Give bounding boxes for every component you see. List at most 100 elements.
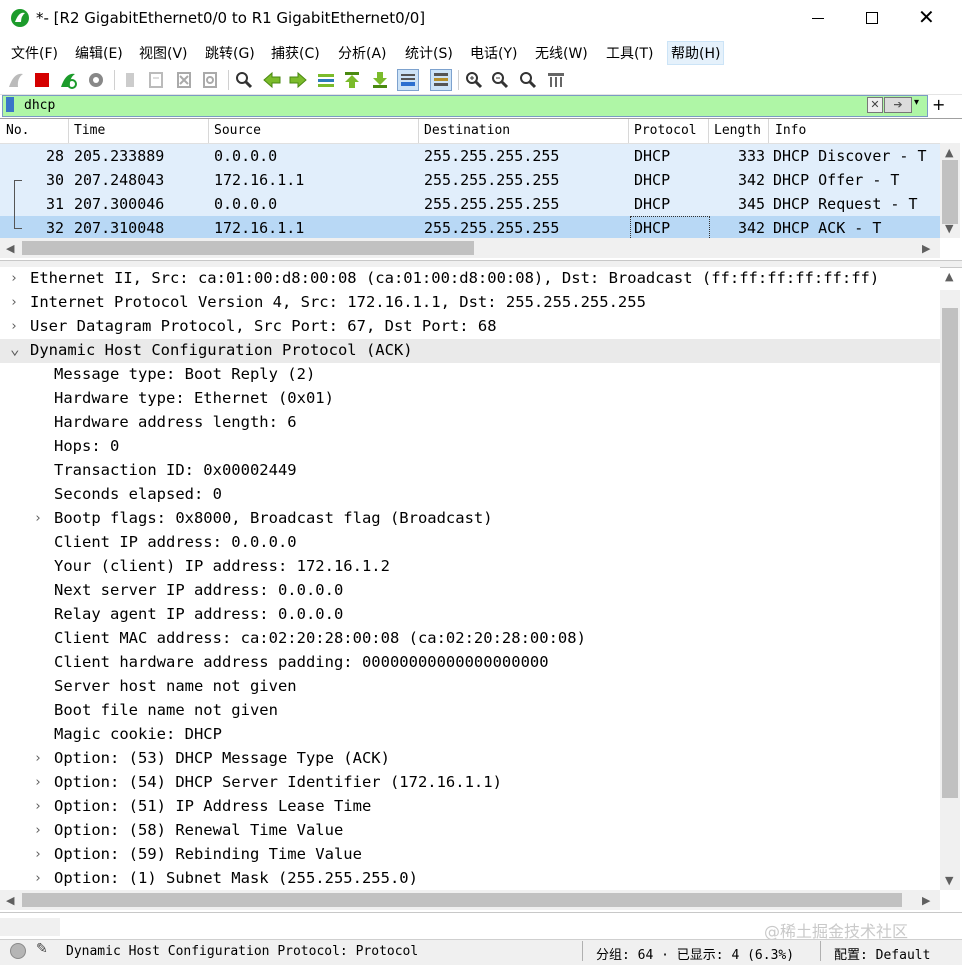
- expand-arrow-icon[interactable]: ›: [10, 271, 18, 286]
- clear-filter-icon[interactable]: ✕: [867, 97, 883, 113]
- detail-tree-item[interactable]: › Option: (59) Rebinding Time Value: [0, 843, 940, 867]
- column-info[interactable]: Info: [775, 123, 806, 138]
- expert-info-icon[interactable]: [10, 943, 26, 959]
- detail-tree-item[interactable]: Transaction ID: 0x00002449: [0, 459, 940, 483]
- maximize-button[interactable]: [866, 12, 878, 24]
- add-filter-button-icon[interactable]: +: [932, 95, 945, 114]
- detail-tree-item[interactable]: › Option: (1) Subnet Mask (255.255.255.0): [0, 867, 940, 891]
- detail-tree-item[interactable]: Client hardware address padding: 0000000…: [0, 651, 940, 675]
- scroll-down-icon[interactable]: ▼: [945, 222, 953, 235]
- find-packet-icon[interactable]: [234, 70, 254, 90]
- details-scroll-up-icon[interactable]: ▲: [945, 270, 953, 283]
- menu-item[interactable]: 跳转(G): [202, 42, 258, 64]
- save-file-icon[interactable]: [146, 70, 166, 90]
- detail-tree-item[interactable]: Client MAC address: ca:02:20:28:00:08 (c…: [0, 627, 940, 651]
- colorize-icon[interactable]: [430, 69, 452, 91]
- bookmark-icon[interactable]: [6, 97, 14, 112]
- menu-item[interactable]: 编辑(E): [72, 42, 126, 64]
- menu-item[interactable]: 电话(Y): [467, 42, 520, 64]
- detail-tree-item[interactable]: › Internet Protocol Version 4, Src: 172.1…: [0, 291, 940, 315]
- column-no[interactable]: No.: [6, 123, 29, 138]
- menu-item[interactable]: 帮助(H): [667, 41, 725, 65]
- detail-tree-item[interactable]: › Option: (51) IP Address Lease Time: [0, 795, 940, 819]
- detail-tree-item[interactable]: › Ethernet II, Src: ca:01:00:d8:00:08 (ca…: [0, 267, 940, 291]
- packet-row[interactable]: 31 207.300046 0.0.0.0 255.255.255.255 DHCP 34…: [0, 192, 940, 216]
- menu-item[interactable]: 捕获(C): [268, 42, 323, 64]
- zoom-out-icon[interactable]: [490, 70, 510, 90]
- close-button[interactable]: ✕: [918, 5, 935, 29]
- details-hscroll-thumb[interactable]: [22, 893, 902, 907]
- expand-arrow-icon[interactable]: ›: [34, 847, 42, 862]
- scroll-right-icon[interactable]: ▶: [922, 242, 930, 255]
- column-time[interactable]: Time: [74, 123, 105, 138]
- packet-row[interactable]: 32 207.310048 172.16.1.1 255.255.255.255 DHC…: [0, 216, 940, 240]
- detail-tree-item[interactable]: Your (client) IP address: 172.16.1.2: [0, 555, 940, 579]
- filter-history-dropdown-icon[interactable]: ▾: [914, 97, 919, 108]
- reload-file-icon[interactable]: [200, 70, 220, 90]
- expand-arrow-icon[interactable]: ›: [34, 751, 42, 766]
- detail-tree-item[interactable]: Boot file name not given: [0, 699, 940, 723]
- packet-row[interactable]: 28 205.233889 0.0.0.0 255.255.255.255 DHCP 33…: [0, 144, 940, 168]
- detail-tree-item[interactable]: Magic cookie: DHCP: [0, 723, 940, 747]
- details-scroll-down-icon[interactable]: ▼: [945, 874, 953, 887]
- details-scroll-right-icon[interactable]: ▶: [922, 894, 930, 907]
- menu-item[interactable]: 统计(S): [402, 42, 456, 64]
- detail-tree-item[interactable]: Hardware type: Ethernet (0x01): [0, 387, 940, 411]
- expand-arrow-icon[interactable]: ›: [10, 295, 18, 310]
- column-protocol[interactable]: Protocol: [634, 123, 697, 138]
- detail-tree-item[interactable]: › Option: (54) DHCP Server Identifier (17…: [0, 771, 940, 795]
- zoom-in-icon[interactable]: [464, 70, 484, 90]
- expand-arrow-icon[interactable]: ›: [10, 319, 18, 334]
- expand-arrow-icon[interactable]: ›: [34, 823, 42, 838]
- apply-filter-icon[interactable]: ➔: [884, 97, 912, 113]
- edit-comment-icon[interactable]: ✎: [36, 941, 48, 957]
- go-first-icon[interactable]: [342, 70, 362, 90]
- go-back-icon[interactable]: [262, 70, 282, 90]
- detail-tree-item[interactable]: Client IP address: 0.0.0.0: [0, 531, 940, 555]
- detail-tree-item[interactable]: Hardware address length: 6: [0, 411, 940, 435]
- column-length[interactable]: Length: [714, 123, 761, 138]
- expand-arrow-icon[interactable]: ›: [34, 871, 42, 886]
- detail-tree-item[interactable]: Message type: Boot Reply (2): [0, 363, 940, 387]
- detail-tree-item[interactable]: › User Datagram Protocol, Src Port: 67, D…: [0, 315, 940, 339]
- go-to-packet-icon[interactable]: [316, 70, 336, 90]
- details-scroll-left-icon[interactable]: ◀: [6, 894, 14, 907]
- detail-tree-item[interactable]: › Bootp flags: 0x8000, Broadcast flag (Br…: [0, 507, 940, 531]
- detail-tree-item[interactable]: Relay agent IP address: 0.0.0.0: [0, 603, 940, 627]
- column-source[interactable]: Source: [214, 123, 261, 138]
- detail-tree-item[interactable]: Next server IP address: 0.0.0.0: [0, 579, 940, 603]
- menu-item[interactable]: 分析(A): [335, 42, 390, 64]
- go-forward-icon[interactable]: [288, 70, 308, 90]
- autoscroll-icon[interactable]: [397, 69, 419, 91]
- shark-fin-start-icon[interactable]: [6, 70, 26, 90]
- title-bar[interactable]: *- [R2 GigabitEthernet0/0 to R1 GigabitE…: [0, 0, 962, 38]
- close-file-icon[interactable]: [174, 70, 194, 90]
- scroll-left-icon[interactable]: ◀: [6, 242, 14, 255]
- details-scroll-thumb[interactable]: [942, 308, 958, 798]
- minimize-button[interactable]: [812, 18, 824, 19]
- scroll-up-icon[interactable]: ▲: [945, 146, 953, 159]
- expand-arrow-icon[interactable]: ›: [34, 799, 42, 814]
- detail-tree-item[interactable]: › Option: (58) Renewal Time Value: [0, 819, 940, 843]
- zoom-normal-icon[interactable]: [518, 70, 538, 90]
- status-profile[interactable]: 配置: Default: [834, 944, 930, 963]
- expand-arrow-icon[interactable]: ›: [34, 775, 42, 790]
- column-destination[interactable]: Destination: [424, 123, 510, 138]
- restart-capture-icon[interactable]: [58, 70, 78, 90]
- expand-arrow-icon[interactable]: ›: [34, 511, 42, 526]
- display-filter-input[interactable]: [24, 96, 854, 114]
- detail-tree-item[interactable]: Server host name not given: [0, 675, 940, 699]
- packet-row[interactable]: 30 207.248043 172.16.1.1 255.255.255.255 DHC…: [0, 168, 940, 192]
- go-last-icon[interactable]: [370, 70, 390, 90]
- detail-tree-item[interactable]: Seconds elapsed: 0: [0, 483, 940, 507]
- menu-item[interactable]: 视图(V): [136, 42, 191, 64]
- detail-tree-item[interactable]: › Option: (53) DHCP Message Type (ACK): [0, 747, 940, 771]
- capture-options-icon[interactable]: [86, 70, 106, 90]
- menu-item[interactable]: 文件(F): [8, 42, 61, 64]
- resize-columns-icon[interactable]: [546, 70, 566, 90]
- packet-list-scroll-thumb[interactable]: [942, 160, 958, 224]
- open-file-icon[interactable]: [120, 70, 140, 90]
- detail-tree-item[interactable]: Hops: 0: [0, 435, 940, 459]
- packet-list-hscroll-thumb[interactable]: [22, 241, 474, 255]
- detail-tree-item[interactable]: ⌄ Dynamic Host Configuration Protocol (AC…: [0, 339, 940, 363]
